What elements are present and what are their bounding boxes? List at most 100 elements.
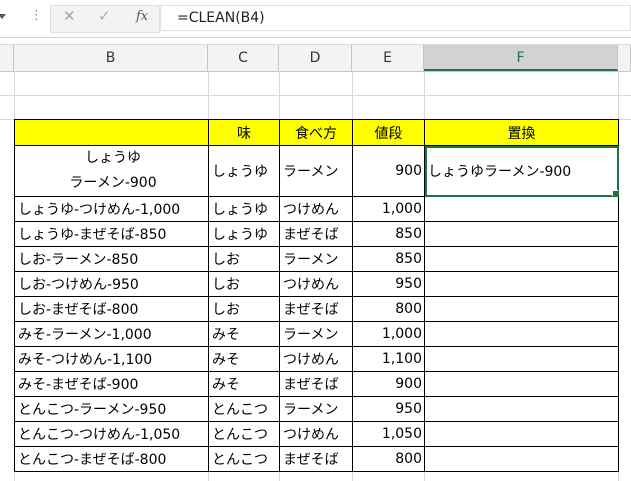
table-row: とんこつ-まぜそば-800 とんこつ まぜそば 800 xyxy=(14,446,619,472)
table-cell[interactable]: しお xyxy=(208,246,280,272)
table-cell[interactable]: とんこつ xyxy=(208,421,280,447)
header-row: 味 食べ方 値段 置換 xyxy=(14,119,619,146)
table-cell[interactable]: 1,000 xyxy=(352,321,425,347)
table-cell[interactable]: しょうゆ-まぜそば-850 xyxy=(14,221,209,247)
table-cell[interactable]: みそ xyxy=(208,346,280,372)
table-cell[interactable]: しお-つけめん-950 xyxy=(14,271,209,297)
table-cell[interactable]: 950 xyxy=(352,396,425,422)
cell-e4[interactable]: 900 xyxy=(352,145,425,197)
table-cell[interactable]: みそ xyxy=(208,321,280,347)
table-cell[interactable]: とんこつ-まぜそば-800 xyxy=(14,446,209,472)
column-header-g[interactable] xyxy=(618,45,631,71)
table-cell[interactable] xyxy=(424,346,619,372)
table-cell[interactable]: しお xyxy=(208,271,280,297)
formula-text: =CLEAN(B4) xyxy=(177,10,265,26)
table-cell[interactable]: しょうゆ xyxy=(208,196,280,222)
table-cell[interactable]: まぜそば xyxy=(279,371,353,397)
table-cell[interactable]: まぜそば xyxy=(279,221,353,247)
table-row: とんこつ-ラーメン-950 とんこつ ラーメン 950 xyxy=(14,396,619,422)
column-header-d[interactable]: D xyxy=(279,45,352,71)
more-options-icon[interactable]: ⋮ xyxy=(30,8,43,23)
column-header-f[interactable]: F xyxy=(424,45,618,71)
table-cell[interactable] xyxy=(424,321,619,347)
x-icon[interactable]: ✕ xyxy=(63,7,76,25)
table-cell[interactable]: 1,100 xyxy=(352,346,425,372)
table-cell[interactable]: とんこつ xyxy=(208,396,280,422)
table-cell[interactable]: しお-ラーメン-850 xyxy=(14,246,209,272)
cell-d4[interactable]: ラーメン xyxy=(279,145,353,197)
sheet-grid[interactable]: 味 食べ方 値段 置換 しょうゆ ラーメン-900 しょうゆ ラーメン 900 … xyxy=(0,71,631,481)
table-row: みそ-つけめん-1,100 みそ つけめん 1,100 xyxy=(14,346,619,372)
header-cell-price[interactable]: 値段 xyxy=(352,119,425,146)
table-cell[interactable]: ラーメン xyxy=(279,246,353,272)
table-cell[interactable]: みそ xyxy=(208,371,280,397)
formula-input[interactable]: =CLEAN(B4) xyxy=(160,5,631,31)
header-cell-style[interactable]: 食べ方 xyxy=(279,119,353,146)
insert-function-icon[interactable]: fx xyxy=(136,9,148,24)
cell-c4[interactable]: しょうゆ xyxy=(208,145,280,197)
table-cell[interactable]: つけめん xyxy=(279,271,353,297)
cell-b4-line1: しょうゆ xyxy=(85,150,141,166)
table-cell[interactable]: みそ-ラーメン-1,000 xyxy=(14,321,209,347)
data-table: 味 食べ方 値段 置換 しょうゆ ラーメン-900 しょうゆ ラーメン 900 … xyxy=(14,119,619,472)
table-cell[interactable]: まぜそば xyxy=(279,296,353,322)
table-cell[interactable]: 1,000 xyxy=(352,196,425,222)
column-header-e[interactable]: E xyxy=(352,45,424,71)
column-header-c[interactable]: C xyxy=(208,45,279,71)
table-row: みそ-ラーメン-1,000 みそ ラーメン 1,000 xyxy=(14,321,619,347)
table-row: みそ-まぜそば-900 みそ まぜそば 900 xyxy=(14,371,619,397)
cell-b4[interactable]: しょうゆ ラーメン-900 xyxy=(14,145,209,197)
table-cell[interactable]: しょうゆ xyxy=(208,221,280,247)
table-cell[interactable]: しょうゆ-つけめん-1,000 xyxy=(14,196,209,222)
table-row: しお-ラーメン-850 しお ラーメン 850 xyxy=(14,246,619,272)
table-cell[interactable] xyxy=(424,246,619,272)
row-header-corner[interactable] xyxy=(0,45,14,71)
table-row: しょうゆ-まぜそば-850 しょうゆ まぜそば 850 xyxy=(14,221,619,247)
cell-f4-text: しょうゆラーメン-900 xyxy=(428,164,572,180)
table-cell[interactable]: 1,050 xyxy=(352,421,425,447)
check-icon[interactable]: ✓ xyxy=(98,7,111,25)
fill-handle[interactable] xyxy=(612,190,618,196)
table-cell[interactable] xyxy=(424,196,619,222)
table-cell[interactable]: 850 xyxy=(352,221,425,247)
table-cell[interactable] xyxy=(424,371,619,397)
table-cell[interactable]: つけめん xyxy=(279,421,353,447)
table-cell[interactable]: しお-まぜそば-800 xyxy=(14,296,209,322)
table-cell[interactable]: 800 xyxy=(352,296,425,322)
table-cell[interactable]: まぜそば xyxy=(279,446,353,472)
header-cell-b[interactable] xyxy=(14,119,209,146)
table-cell[interactable]: しお xyxy=(208,296,280,322)
table-row: しょうゆ-つけめん-1,000 しょうゆ つけめん 1,000 xyxy=(14,196,619,222)
column-header-b[interactable]: B xyxy=(14,45,208,71)
table-cell[interactable]: みそ-つけめん-1,100 xyxy=(14,346,209,372)
table-cell[interactable] xyxy=(424,271,619,297)
table-cell[interactable]: つけめん xyxy=(279,196,353,222)
table-cell[interactable]: 950 xyxy=(352,271,425,297)
table-cell[interactable]: みそ-まぜそば-900 xyxy=(14,371,209,397)
table-cell[interactable]: とんこつ-ラーメン-950 xyxy=(14,396,209,422)
table-cell[interactable]: 800 xyxy=(352,446,425,472)
name-box-dropdown-icon[interactable] xyxy=(0,14,6,19)
cell-f4-active[interactable]: しょうゆラーメン-900 xyxy=(424,145,619,197)
table-cell[interactable] xyxy=(424,396,619,422)
column-header-bar: B C D E F xyxy=(0,44,631,72)
formula-bar: ⋮ ✕ ✓ fx =CLEAN(B4) xyxy=(0,0,631,38)
table-row: しお-まぜそば-800 しお まぜそば 800 xyxy=(14,296,619,322)
table-cell[interactable]: ラーメン xyxy=(279,396,353,422)
table-cell[interactable] xyxy=(424,446,619,472)
table-row: しょうゆ ラーメン-900 しょうゆ ラーメン 900 しょうゆラーメン-900 xyxy=(14,145,619,197)
table-cell[interactable] xyxy=(424,421,619,447)
table-cell[interactable] xyxy=(424,296,619,322)
table-cell[interactable]: 850 xyxy=(352,246,425,272)
table-row: しお-つけめん-950 しお つけめん 950 xyxy=(14,271,619,297)
table-cell[interactable]: ラーメン xyxy=(279,321,353,347)
table-cell[interactable]: とんこつ xyxy=(208,446,280,472)
table-cell[interactable]: つけめん xyxy=(279,346,353,372)
header-cell-taste[interactable]: 味 xyxy=(208,119,280,146)
table-row: とんこつ-つけめん-1,050 とんこつ つけめん 1,050 xyxy=(14,421,619,447)
table-cell[interactable]: 900 xyxy=(352,371,425,397)
table-cell[interactable]: とんこつ-つけめん-1,050 xyxy=(14,421,209,447)
table-cell[interactable] xyxy=(424,221,619,247)
cell-b4-line2: ラーメン-900 xyxy=(69,175,157,191)
header-cell-replace[interactable]: 置換 xyxy=(424,119,619,146)
